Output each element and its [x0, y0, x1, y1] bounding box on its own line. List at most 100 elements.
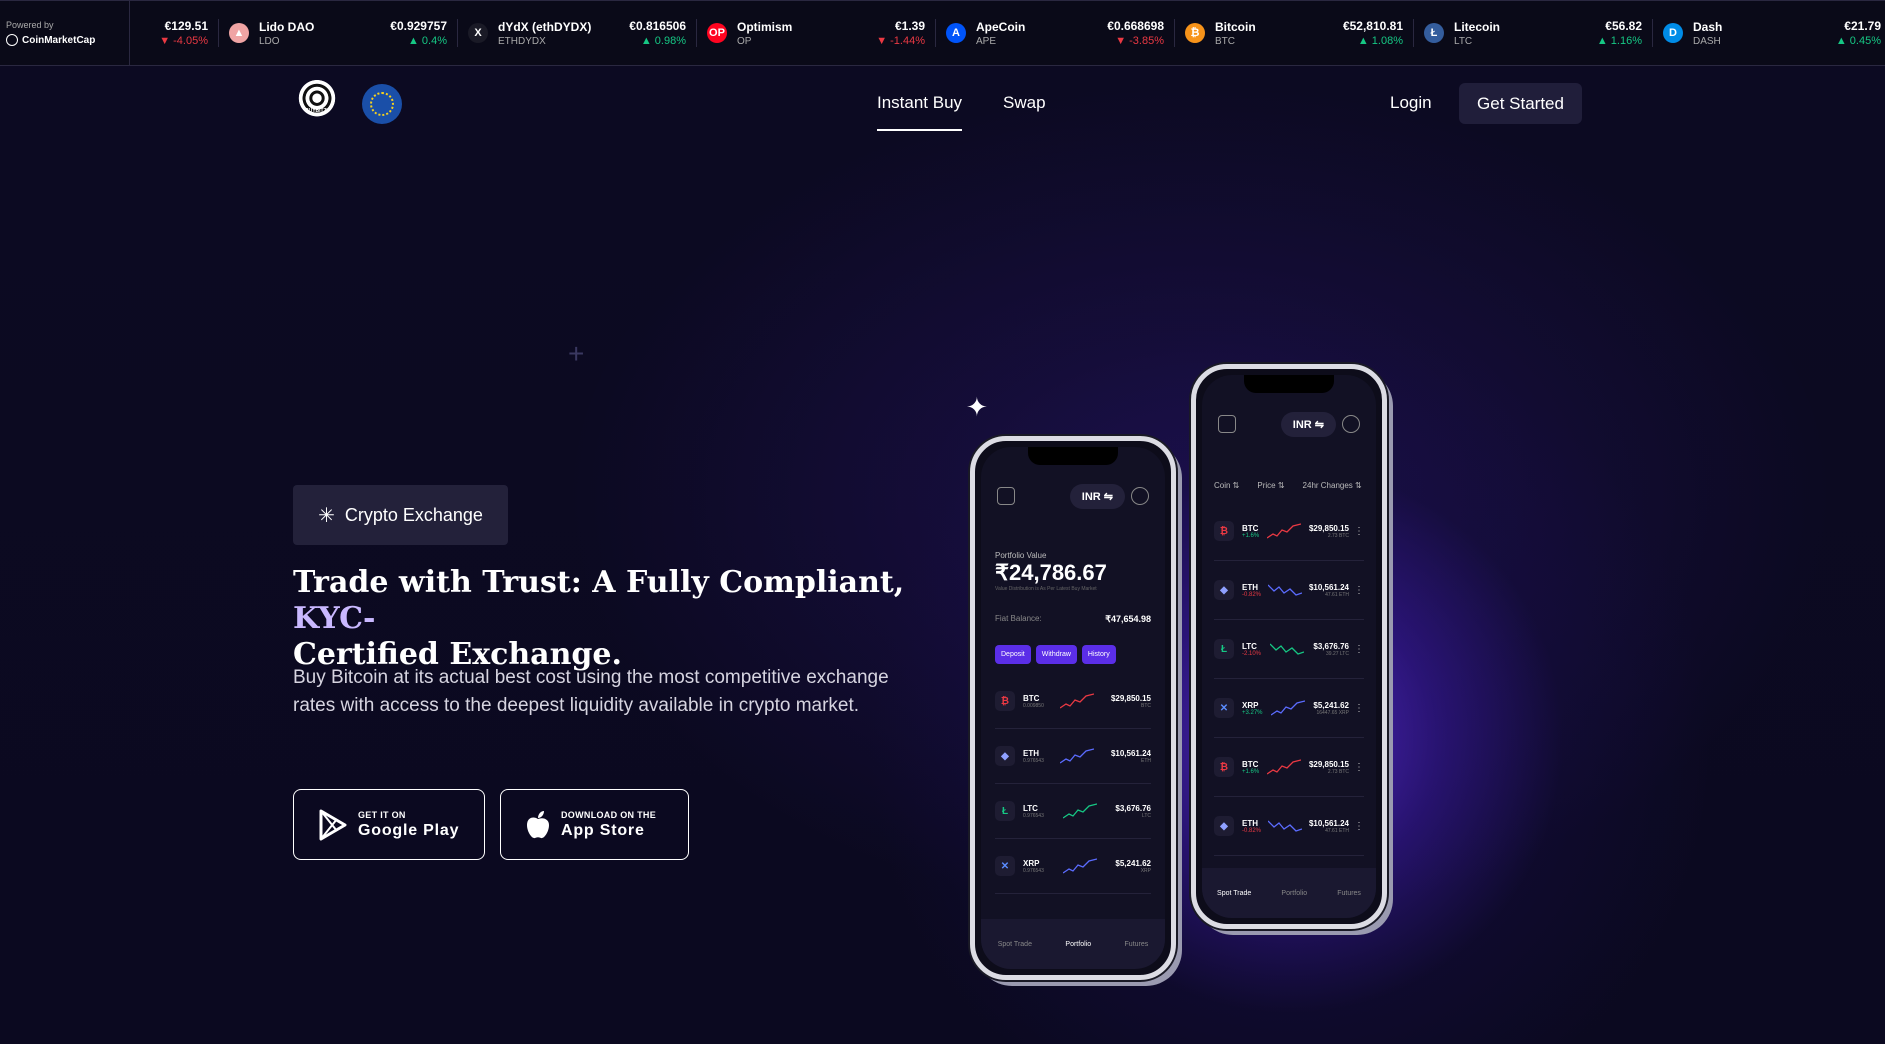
more-icon: ⋮	[1354, 820, 1364, 832]
ticker-change-value: -3.85%	[1129, 35, 1164, 47]
apple-icon	[527, 810, 549, 838]
row-unit: XRP	[1140, 867, 1151, 874]
optimism-icon: OP	[707, 23, 727, 43]
coin-icon: ✕	[1214, 698, 1234, 718]
coin-icon: Ł	[995, 801, 1015, 821]
row-change: +3.27%	[1242, 709, 1263, 716]
powered-by[interactable]: Powered by CoinMarketCap	[0, 1, 130, 65]
coin-symbol: OP	[737, 35, 752, 47]
ticker-item[interactable]: €129.51 ▼ -4.05% ▲ Lido DAO LDO	[130, 1, 369, 65]
ticker-coin: Litecoin LTC	[1454, 20, 1564, 47]
ticker-item[interactable]: €0.929757 ▲ 0.4% X dYdX (ethDYDX) ETHDYD…	[369, 1, 608, 65]
nav-swap[interactable]: Swap	[1003, 93, 1046, 113]
ticker-separator	[218, 19, 219, 47]
ticker-price: €21.79	[1844, 19, 1881, 33]
row-price: $10,561.24	[1308, 818, 1349, 828]
lido-icon: ▲	[229, 23, 249, 43]
sparkline-icon	[1062, 803, 1097, 819]
market-row: ₿ BTC +1.6% $29,850.15 2.73 BTC ⋮	[1214, 502, 1364, 561]
portfolio-row: ₿ BTC 0.009850 $29,850.15 BTC	[995, 674, 1151, 729]
nav-spot-trade: Spot Trade	[997, 940, 1032, 948]
ticker-change-value: 1.08%	[1371, 35, 1403, 47]
app-store-button[interactable]: DOWNLOAD ON THE App Store	[500, 789, 689, 860]
ticker-change: ▼ -3.85%	[1086, 35, 1164, 47]
sparkline-icon	[1267, 584, 1302, 596]
row-unit: ETH	[1141, 757, 1151, 764]
row-price: $5,241.62	[1313, 700, 1349, 710]
coin-name: dYdX (ethDYDX)	[498, 19, 592, 34]
history-button: History	[1081, 645, 1116, 664]
row-price: $29,850.15	[1308, 523, 1349, 533]
sparkline-icon	[1267, 759, 1302, 775]
price-ticker: Powered by CoinMarketCap €129.51 ▼ -4.05…	[0, 0, 1885, 66]
ticker-price: €129.51	[164, 19, 208, 33]
ticker-item[interactable]: €0.816506 ▲ 0.98% OP Optimism OP	[608, 1, 847, 65]
phone-mockup-markets: INR ⇋ Coin ⇅ Price ⇅ 24hr Changes ⇅ ₿ BT…	[1191, 364, 1387, 929]
more-icon: ⋮	[1354, 702, 1364, 714]
ticker-price-block: €129.51 ▼ -4.05%	[130, 19, 218, 47]
more-icon: ⋮	[1353, 525, 1364, 537]
portfolio-row: Ł LTC 0.976543 $3,676.76 LTC	[995, 784, 1151, 839]
portfolio-label: Portfolio Value	[995, 551, 1047, 560]
row-change: +1.6%	[1242, 532, 1260, 539]
row-price: $10,561.24	[1308, 582, 1349, 592]
ticker-price-block: €0.816506 ▲ 0.98%	[608, 19, 696, 47]
coin-symbol: ETHDYDX	[498, 35, 546, 47]
google-play-icon	[319, 809, 347, 840]
litecoin-icon: Ł	[1424, 23, 1444, 43]
search-icon	[1342, 415, 1360, 433]
portfolio-sub: Value Distribution is As Per Latest Buy …	[995, 586, 1097, 592]
col-change: 24hr Changes ⇅	[1302, 481, 1362, 490]
row-unit: 2.73 BTC	[1327, 768, 1349, 775]
ticker-price-block: €0.929757 ▲ 0.4%	[369, 19, 457, 47]
buybitz-logo[interactable]	[293, 79, 341, 127]
ticker-item[interactable]: €21.79 ▲ 0.45% ₮ Tether USDt USDT	[1803, 1, 1885, 65]
ticker-item[interactable]: €52,810.81 ▲ 1.08% Ł Litecoin LTC	[1325, 1, 1564, 65]
dydx-icon: X	[468, 23, 488, 43]
ticker-coin: Optimism OP	[737, 20, 847, 47]
apple-small-label: DOWNLOAD ON THE	[561, 809, 656, 820]
row-unit: 16447.65 XRP	[1316, 709, 1349, 716]
coin-name: Litecoin	[1454, 19, 1501, 34]
ticker-coin: dYdX (ethDYDX) ETHDYDX	[498, 20, 608, 47]
nav-portfolio: Portfolio	[1281, 889, 1308, 897]
more-icon: ⋮	[1354, 584, 1364, 596]
ticker-coin: Lido DAO LDO	[259, 20, 369, 47]
coin-symbol: LTC	[1454, 35, 1473, 47]
ticker-separator	[935, 19, 936, 47]
ticker-coin: ApeCoin APE	[976, 20, 1086, 47]
ticker-price-block: €1.39 ▼ -1.44%	[847, 19, 935, 47]
get-started-button[interactable]: Get Started	[1459, 83, 1582, 124]
sparkline-icon	[1270, 643, 1305, 655]
sparkline-icon	[1267, 523, 1302, 539]
row-symbol: BTC	[1242, 759, 1259, 769]
ticker-price: €56.82	[1605, 19, 1642, 33]
row-change: -2.10%	[1242, 650, 1262, 657]
ticker-item[interactable]: €0.668698 ▼ -3.85% ₿ Bitcoin BTC	[1086, 1, 1325, 65]
ticker-separator	[1413, 19, 1414, 47]
coin-name: Bitcoin	[1215, 19, 1256, 34]
ticker-item[interactable]: €56.82 ▲ 1.16% D Dash DASH	[1564, 1, 1803, 65]
row-price: $3,676.76	[1115, 803, 1151, 813]
coin-icon: ◆	[1214, 580, 1234, 600]
coinmarketcap-icon	[6, 34, 18, 46]
hero-background	[0, 0, 1885, 1044]
login-link[interactable]: Login	[1390, 93, 1432, 113]
ticker-change: ▲ 0.98%	[608, 35, 686, 47]
nav-instant-buy[interactable]: Instant Buy	[877, 93, 963, 131]
ticker-change-value: 0.45%	[1849, 35, 1881, 47]
row-symbol: ETH	[1242, 582, 1258, 592]
portfolio-row: ◆ ETH 0.976543 $10,561.24 ETH	[995, 729, 1151, 784]
sparkline-icon	[1060, 748, 1095, 764]
ticker-item[interactable]: €1.39 ▼ -1.44% A ApeCoin APE	[847, 1, 1086, 65]
ticker-change: ▼ -1.44%	[847, 35, 925, 47]
market-row: ◆ ETH -0.82% $10,561.24 47.61 ETH ⋮	[1214, 561, 1364, 620]
market-row: ✕ XRP +3.27% $5,241.62 16447.65 XRP ⋮	[1214, 679, 1364, 738]
google-play-button[interactable]: GET IT ON Google Play	[293, 789, 485, 860]
row-amount: 0.009850	[1023, 702, 1044, 709]
portfolio-actions: Deposit Withdraw History	[995, 645, 1151, 664]
ticker-separator	[1652, 19, 1653, 47]
row-unit: BTC	[1141, 702, 1151, 709]
portfolio-list: ₿ BTC 0.009850 $29,850.15 BTC ◆ ETH 0.97…	[995, 674, 1151, 894]
ticker-change-value: 0.98%	[654, 35, 686, 47]
